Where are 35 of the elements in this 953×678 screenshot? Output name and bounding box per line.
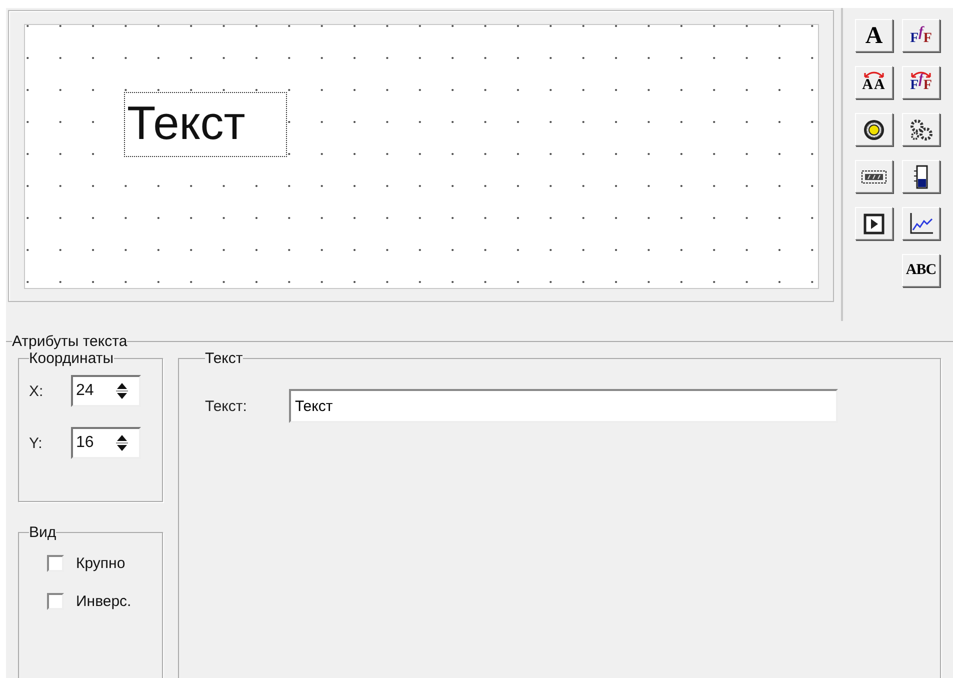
lamp-icon	[863, 118, 885, 140]
label-tool-button[interactable]: ABC	[902, 254, 940, 287]
group-title: Атрибуты текста	[12, 333, 128, 350]
text-element[interactable]: Текст	[124, 92, 287, 157]
gauge-tool-button[interactable]	[902, 160, 940, 193]
field-label: Y:	[29, 434, 44, 452]
text-tool-button[interactable]: A	[855, 19, 893, 52]
number-spinner[interactable]: 16	[71, 427, 141, 459]
field-label: Текст:	[205, 398, 247, 414]
group-title: Координаты	[29, 350, 114, 367]
checkbox-label: Инверс.	[76, 593, 132, 610]
formula-tool-button[interactable]: FfF	[902, 19, 940, 52]
line-chart-icon	[908, 212, 934, 236]
play-icon	[863, 212, 885, 234]
field-label: X:	[29, 382, 44, 400]
plot-tool-button[interactable]	[902, 207, 940, 240]
display-tool-button[interactable]	[855, 160, 893, 193]
number-spinner[interactable]: 24	[71, 375, 141, 407]
checkbox-label: Крупно	[76, 555, 126, 572]
up-down-arrows-icon	[115, 433, 129, 453]
swap-arrow-icon	[862, 70, 886, 78]
level-gauge-icon	[913, 164, 929, 188]
text-input-field[interactable]: Текст	[288, 389, 838, 423]
gears-tool-button[interactable]	[902, 113, 940, 146]
up-down-arrows-icon	[115, 381, 129, 401]
text-swap-tool-button[interactable]: AA	[855, 66, 893, 99]
gears-icon	[909, 118, 933, 140]
checkbox[interactable]	[47, 555, 64, 572]
checkbox[interactable]	[47, 593, 64, 610]
display-icon	[861, 170, 887, 184]
group-title: Текст	[205, 350, 243, 367]
play-tool-button[interactable]	[855, 207, 893, 240]
formula-swap-tool-button[interactable]: FfF	[902, 66, 940, 99]
group-title: Вид	[29, 524, 56, 541]
sphere-tool-button[interactable]	[855, 113, 893, 146]
